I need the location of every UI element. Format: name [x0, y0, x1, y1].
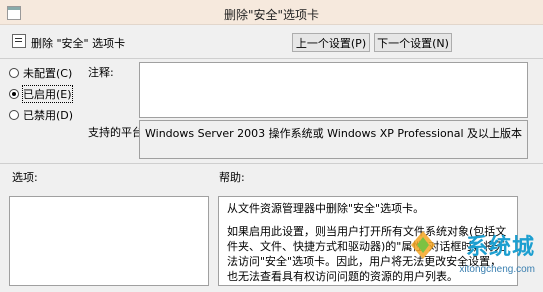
radio-not-configured[interactable]: 未配置(C) [9, 65, 72, 81]
watermark-brand: 系统城 [465, 235, 535, 260]
radio-button[interactable] [9, 89, 19, 99]
radio-label: 已禁用(D) [23, 109, 74, 122]
watermark-logo-icon [411, 231, 435, 259]
title-bar: 删除"安全"选项卡 [0, 0, 543, 25]
radio-disabled[interactable]: 已禁用(D) [9, 107, 73, 123]
options-label: 选项: [12, 171, 38, 184]
window-title: 删除"安全"选项卡 [223, 8, 320, 22]
radio-button[interactable] [9, 68, 19, 78]
policy-name: 删除 "安全" 选项卡 [31, 37, 126, 50]
radio-label: 已启用(E) [22, 85, 73, 103]
watermark-url: xitongcheng.com [459, 264, 535, 275]
supported-platform-box: Windows Server 2003 操作系统或 Windows XP Pro… [139, 120, 528, 159]
help-paragraph: 从文件资源管理器中删除"安全"选项卡。 [227, 202, 425, 215]
watermark: 系统城 xitongcheng.com [405, 223, 535, 277]
previous-setting-button[interactable]: 上一个设置(P) [292, 33, 370, 52]
supported-platform-label: 支持的平台: [88, 126, 147, 139]
supported-platform-text: Windows Server 2003 操作系统或 Windows XP Pro… [145, 127, 523, 140]
header-divider [0, 58, 543, 59]
section-divider [0, 163, 543, 164]
radio-label: 未配置(C) [23, 67, 73, 80]
policy-setting-icon [12, 34, 26, 48]
comment-label: 注释: [88, 66, 114, 79]
options-panel [9, 196, 209, 286]
radio-enabled[interactable]: 已启用(E) [9, 85, 73, 103]
next-setting-button[interactable]: 下一个设置(N) [374, 33, 452, 52]
help-label: 帮助: [219, 171, 245, 184]
comment-textarea[interactable] [139, 62, 528, 118]
radio-button[interactable] [9, 110, 19, 120]
